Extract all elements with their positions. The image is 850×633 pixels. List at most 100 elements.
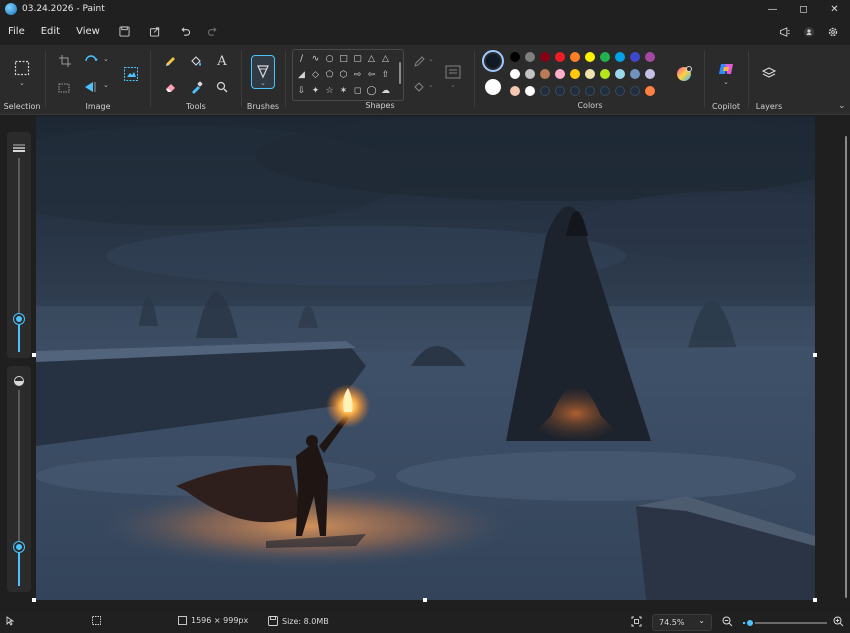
zoom-out-icon[interactable]: [722, 616, 733, 627]
five-point-star-shape-icon[interactable]: ☆: [323, 84, 336, 97]
eraser-icon[interactable]: [161, 78, 179, 96]
pencil-icon[interactable]: [161, 52, 179, 70]
diamond-shape-icon[interactable]: ◇: [309, 68, 322, 81]
color-swatch[interactable]: [585, 86, 595, 96]
four-point-star-shape-icon[interactable]: ✦: [309, 84, 322, 97]
right-triangle-shape-icon[interactable]: ◢: [295, 68, 308, 81]
color-swatch[interactable]: [570, 69, 580, 79]
zoom-slider-track[interactable]: [743, 622, 827, 624]
color-swatch[interactable]: [540, 86, 550, 96]
color-swatch[interactable]: [540, 52, 550, 62]
color-swatch[interactable]: [510, 86, 520, 96]
zoom-level-dropdown[interactable]: 74.5% ⌄: [652, 614, 712, 631]
edit-colors-icon[interactable]: [675, 65, 693, 83]
color-swatch[interactable]: [600, 69, 610, 79]
arrow-down-shape-icon[interactable]: ⇩: [295, 84, 308, 97]
oval-shape-icon[interactable]: ○: [323, 52, 336, 65]
copilot-icon[interactable]: [717, 60, 735, 78]
color-swatch[interactable]: [630, 86, 640, 96]
arrow-up-shape-icon[interactable]: ⇧: [379, 68, 392, 81]
arrow-right-shape-icon[interactable]: ⇨: [351, 68, 364, 81]
zoom-in-icon[interactable]: [833, 616, 844, 627]
chevron-down-icon[interactable]: ⌄: [103, 81, 109, 89]
color-swatch[interactable]: [510, 69, 520, 79]
polygon-shape-icon[interactable]: △: [365, 52, 378, 65]
color-swatch[interactable]: [525, 69, 535, 79]
color-swatch[interactable]: [525, 52, 535, 62]
color-swatch[interactable]: [645, 69, 655, 79]
magnifier-icon[interactable]: [213, 78, 231, 96]
brush-size-thumb[interactable]: [14, 314, 24, 325]
shape-outline-icon[interactable]: [410, 52, 428, 70]
color-swatch[interactable]: [570, 52, 580, 62]
triangle-shape-icon[interactable]: △: [379, 52, 392, 65]
color-swatch[interactable]: [585, 52, 595, 62]
maximize-icon[interactable]: ◻: [788, 0, 819, 18]
redo-icon[interactable]: [202, 21, 224, 43]
color-swatch[interactable]: [570, 86, 580, 96]
crop-icon[interactable]: [56, 52, 74, 70]
flip-icon[interactable]: [82, 78, 100, 96]
rounded-rectangle-shape-icon[interactable]: ▢: [351, 52, 364, 65]
color-swatch[interactable]: [615, 52, 625, 62]
color-swatch[interactable]: [555, 86, 565, 96]
fill-bucket-icon[interactable]: [187, 52, 205, 70]
chevron-down-icon[interactable]: ⌄: [19, 79, 25, 87]
color-swatch[interactable]: [615, 69, 625, 79]
chevron-down-icon[interactable]: ⌄: [260, 79, 266, 87]
minimize-icon[interactable]: —: [757, 0, 788, 18]
rectangle-shape-icon[interactable]: □: [337, 52, 350, 65]
opacity-slider[interactable]: [7, 366, 31, 592]
color-swatch[interactable]: [510, 52, 520, 62]
settings-gear-icon[interactable]: [822, 21, 844, 43]
rotate-icon[interactable]: [82, 52, 100, 70]
select-rectangle-icon[interactable]: [13, 59, 31, 77]
chevron-down-icon[interactable]: ⌄: [428, 55, 434, 63]
menu-file[interactable]: File: [0, 26, 33, 37]
share-icon[interactable]: [144, 21, 166, 43]
zoom-slider-thumb[interactable]: [744, 618, 755, 628]
chevron-down-icon[interactable]: ⌄: [450, 81, 456, 89]
pentagon-shape-icon[interactable]: ⬠: [323, 68, 336, 81]
chevron-down-icon[interactable]: ⌄: [103, 55, 109, 63]
canvas-resize-handle[interactable]: [813, 598, 817, 602]
menu-edit[interactable]: Edit: [33, 26, 68, 37]
save-icon[interactable]: [114, 21, 136, 43]
layers-icon[interactable]: [760, 65, 778, 83]
color-swatch[interactable]: [555, 52, 565, 62]
chevron-down-icon[interactable]: ⌄: [428, 81, 434, 89]
arrow-left-shape-icon[interactable]: ⇦: [365, 68, 378, 81]
callout-cloud-shape-icon[interactable]: ☁: [379, 84, 392, 97]
canvas-resize-handle[interactable]: [813, 353, 817, 357]
undo-icon[interactable]: [174, 21, 196, 43]
color-swatch[interactable]: [540, 69, 550, 79]
secondary-color-swatch[interactable]: [485, 79, 501, 95]
color-swatch[interactable]: [630, 52, 640, 62]
menu-view[interactable]: View: [68, 26, 108, 37]
callout-rect-shape-icon[interactable]: ◻: [351, 84, 364, 97]
color-swatch[interactable]: [630, 69, 640, 79]
line-shape-icon[interactable]: ∕: [295, 52, 308, 65]
shapes-scrollbar[interactable]: [399, 62, 401, 84]
image-remove-background-icon[interactable]: [122, 65, 140, 83]
color-swatch[interactable]: [645, 86, 655, 96]
hexagon-shape-icon[interactable]: ⬡: [337, 68, 350, 81]
color-swatch[interactable]: [555, 69, 565, 79]
close-icon[interactable]: ✕: [819, 0, 850, 18]
fit-to-window-icon[interactable]: [631, 616, 642, 627]
color-swatch[interactable]: [525, 86, 535, 96]
color-swatch[interactable]: [615, 86, 625, 96]
color-swatch[interactable]: [585, 69, 595, 79]
shape-outline-size-icon[interactable]: [444, 63, 462, 81]
color-swatch[interactable]: [645, 52, 655, 62]
color-swatch[interactable]: [600, 86, 610, 96]
account-avatar-icon[interactable]: [798, 21, 820, 43]
text-tool-icon[interactable]: A: [213, 52, 231, 70]
chevron-down-icon[interactable]: ⌄: [723, 78, 729, 86]
canvas-resize-handle[interactable]: [32, 353, 36, 357]
color-swatch[interactable]: [600, 52, 610, 62]
opacity-thumb[interactable]: [14, 541, 24, 552]
curve-shape-icon[interactable]: ∿: [309, 52, 322, 65]
canvas-resize-handle[interactable]: [423, 598, 427, 602]
color-picker-icon[interactable]: [187, 78, 205, 96]
